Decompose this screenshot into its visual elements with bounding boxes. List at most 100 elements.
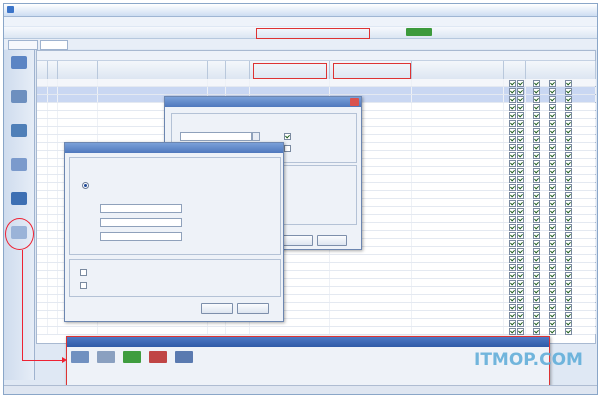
row-checkbox[interactable] — [517, 280, 524, 287]
row-checkbox[interactable] — [509, 328, 516, 335]
row-checkbox[interactable] — [565, 248, 572, 255]
row-checkbox[interactable] — [565, 280, 572, 287]
row-checkbox[interactable] — [509, 240, 516, 247]
row-checkbox[interactable] — [509, 112, 516, 119]
row-checkbox[interactable] — [517, 184, 524, 191]
row-checkbox[interactable] — [533, 152, 540, 159]
row-checkbox[interactable] — [533, 192, 540, 199]
row-checkbox[interactable] — [533, 232, 540, 239]
export-excel-icon[interactable] — [123, 351, 141, 363]
row-checkbox[interactable] — [509, 264, 516, 271]
row-checkbox[interactable] — [517, 80, 524, 87]
row-checkbox[interactable] — [565, 264, 572, 271]
row-checkbox[interactable] — [517, 320, 524, 327]
row-checkbox[interactable] — [533, 240, 540, 247]
row-checkbox[interactable] — [509, 248, 516, 255]
row-checkbox[interactable] — [549, 184, 556, 191]
row-checkbox[interactable] — [509, 136, 516, 143]
row-checkbox[interactable] — [565, 256, 572, 263]
nav-item-2[interactable] — [9, 90, 29, 116]
row-checkbox[interactable] — [533, 160, 540, 167]
row-checkbox[interactable] — [549, 96, 556, 103]
row-checkbox[interactable] — [509, 232, 516, 239]
nav-item-5[interactable] — [9, 192, 29, 218]
row-checkbox[interactable] — [517, 296, 524, 303]
row-checkbox[interactable] — [517, 144, 524, 151]
row-checkbox[interactable] — [549, 320, 556, 327]
row-checkbox[interactable] — [533, 144, 540, 151]
row-checkbox[interactable] — [517, 152, 524, 159]
row-checkbox[interactable] — [565, 240, 572, 247]
row-checkbox[interactable] — [517, 232, 524, 239]
row-checkbox[interactable] — [509, 224, 516, 231]
row-checkbox[interactable] — [533, 304, 540, 311]
row-checkbox[interactable] — [533, 120, 540, 127]
row-checkbox[interactable] — [533, 184, 540, 191]
row-checkbox[interactable] — [533, 296, 540, 303]
machine-field[interactable] — [100, 232, 182, 241]
adjust-labor-radio[interactable] — [82, 182, 89, 189]
row-checkbox[interactable] — [565, 200, 572, 207]
row-checkbox[interactable] — [517, 240, 524, 247]
row-checkbox[interactable] — [565, 192, 572, 199]
row-checkbox[interactable] — [533, 208, 540, 215]
row-checkbox[interactable] — [517, 168, 524, 175]
row-checkbox[interactable] — [565, 128, 572, 135]
row-checkbox[interactable] — [509, 152, 516, 159]
row-checkbox[interactable] — [509, 184, 516, 191]
row-checkbox[interactable] — [517, 128, 524, 135]
row-checkbox[interactable] — [549, 80, 556, 87]
row-checkbox[interactable] — [565, 80, 572, 87]
window-controls[interactable] — [573, 6, 593, 13]
row-checkbox[interactable] — [533, 328, 540, 335]
print-icon[interactable] — [71, 351, 89, 363]
row-checkbox[interactable] — [509, 144, 516, 151]
report-options[interactable] — [71, 373, 545, 382]
row-checkbox[interactable] — [517, 192, 524, 199]
row-checkbox[interactable] — [565, 216, 572, 223]
row-checkbox[interactable] — [565, 312, 572, 319]
row-checkbox[interactable] — [533, 264, 540, 271]
tab-1[interactable] — [8, 40, 38, 50]
tab-2[interactable] — [40, 40, 68, 50]
table-row[interactable] — [37, 79, 596, 87]
row-checkbox[interactable] — [509, 304, 516, 311]
row-checkbox[interactable] — [549, 248, 556, 255]
menu-bar[interactable] — [4, 17, 597, 26]
row-checkbox[interactable] — [565, 136, 572, 143]
row-checkbox[interactable] — [565, 272, 572, 279]
row-checkbox[interactable] — [549, 280, 556, 287]
row-checkbox[interactable] — [533, 280, 540, 287]
row-checkbox[interactable] — [509, 288, 516, 295]
row-checkbox[interactable] — [509, 296, 516, 303]
row-checkbox[interactable] — [533, 176, 540, 183]
close-icon[interactable] — [350, 98, 359, 106]
row-checkbox[interactable] — [533, 112, 540, 119]
option-checkbox-2[interactable] — [80, 282, 87, 289]
row-checkbox[interactable] — [565, 232, 572, 239]
row-checkbox[interactable] — [509, 80, 516, 87]
adjust-column-checkbox[interactable] — [284, 133, 291, 140]
row-checkbox[interactable] — [517, 88, 524, 95]
display-icon[interactable] — [175, 351, 193, 363]
row-checkbox[interactable] — [517, 288, 524, 295]
row-checkbox[interactable] — [565, 160, 572, 167]
report-toolbar[interactable] — [71, 349, 371, 369]
sheet-toolbar[interactable] — [37, 51, 595, 61]
preview-icon[interactable] — [97, 351, 115, 363]
row-checkbox[interactable] — [549, 120, 556, 127]
row-checkbox[interactable] — [509, 208, 516, 215]
fee-spinner[interactable] — [252, 132, 260, 141]
row-checkbox[interactable] — [565, 104, 572, 111]
material-field[interactable] — [100, 218, 182, 227]
row-checkbox[interactable] — [549, 88, 556, 95]
row-checkbox[interactable] — [533, 224, 540, 231]
dialog2-cancel-button[interactable] — [237, 303, 269, 314]
table-row[interactable] — [37, 327, 596, 335]
row-checkbox[interactable] — [549, 152, 556, 159]
row-checkbox[interactable] — [565, 320, 572, 327]
row-checkbox[interactable] — [509, 120, 516, 127]
row-checkbox[interactable] — [565, 184, 572, 191]
row-checkbox[interactable] — [533, 272, 540, 279]
row-checkbox[interactable] — [509, 216, 516, 223]
